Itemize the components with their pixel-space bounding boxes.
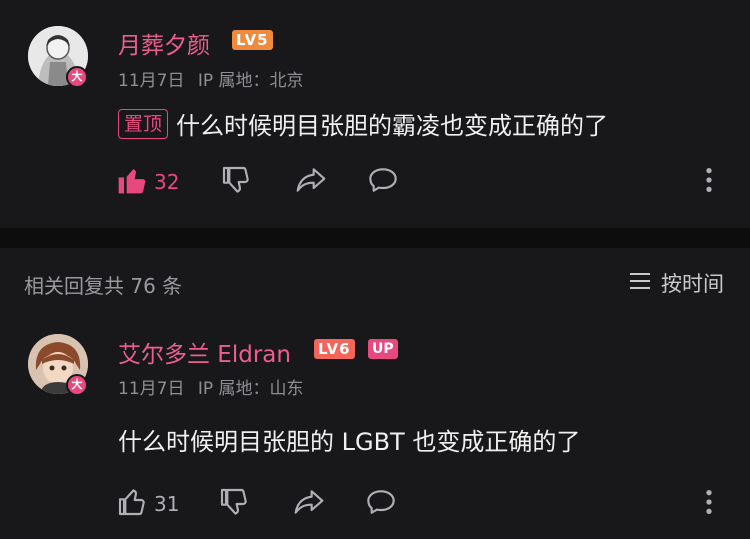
sort-button[interactable]: 按时间 — [629, 268, 724, 298]
ip-location: IP 属地：山东 — [197, 379, 304, 399]
like-count: 31 — [154, 492, 180, 516]
sort-icon — [629, 271, 661, 296]
comment-item-1: 大 月葬夕颜 LV5 11月7日 IP 属地：北京 置顶 什么时候明目张胆的霸凌也… — [0, 0, 750, 228]
thumbs-up-icon — [116, 486, 148, 522]
reply-button[interactable] — [366, 164, 400, 200]
username[interactable]: 艾尔多兰 Eldran — [118, 335, 291, 369]
more-icon — [701, 486, 717, 522]
reply-button[interactable] — [364, 486, 398, 522]
avatar-badge: 大 — [66, 374, 88, 396]
ip-location: IP 属地：北京 — [197, 71, 304, 91]
comment-content: 什么时候明目张胆的 LGBT 也变成正确的了 — [118, 422, 580, 457]
more-button[interactable] — [701, 486, 717, 522]
comment-date: 11月7日 — [118, 379, 185, 399]
comment-actions: 32 — [116, 164, 736, 200]
dislike-button[interactable] — [220, 164, 252, 200]
more-button[interactable] — [701, 164, 717, 200]
like-button[interactable]: 32 — [116, 164, 179, 200]
share-button[interactable] — [294, 164, 328, 200]
share-icon — [294, 164, 328, 200]
comment-actions: 31 — [116, 486, 736, 522]
thumbs-down-icon — [218, 486, 250, 522]
avatar-badge: 大 — [66, 66, 88, 88]
username[interactable]: 月葬夕颜 — [118, 26, 210, 60]
thumbs-up-icon — [116, 164, 148, 200]
comment-date: 11月7日 — [118, 71, 185, 91]
comment-text: 什么时候明目张胆的霸凌也变成正确的了 — [176, 112, 609, 140]
like-count: 32 — [154, 170, 180, 194]
more-icon — [701, 164, 717, 200]
up-badge: UP — [368, 339, 398, 359]
level-badge: LV5 — [232, 30, 273, 50]
section-divider — [0, 228, 750, 248]
like-button[interactable]: 31 — [116, 486, 179, 522]
share-icon — [292, 486, 326, 522]
thumbs-down-icon — [220, 164, 252, 200]
replies-header: 相关回复共 76 条 按时间 — [0, 248, 750, 318]
comment-text: 什么时候明目张胆的 LGBT 也变成正确的了 — [118, 428, 581, 456]
comment-icon — [366, 164, 400, 200]
replies-count-title: 相关回复共 76 条 — [24, 274, 183, 298]
comment-meta: 11月7日 IP 属地：山东 — [118, 374, 304, 399]
level-badge: LV6 — [314, 339, 355, 359]
sort-label: 按时间 — [661, 272, 724, 296]
comment-item-2: 大 艾尔多兰 Eldran LV6 UP 11月7日 IP 属地：山东 什么时候… — [0, 318, 750, 539]
comment-icon — [364, 486, 398, 522]
share-button[interactable] — [292, 486, 326, 522]
pinned-badge: 置顶 — [118, 108, 169, 139]
comment-content: 置顶 什么时候明目张胆的霸凌也变成正确的了 — [118, 106, 608, 141]
comment-meta: 11月7日 IP 属地：北京 — [118, 66, 304, 91]
dislike-button[interactable] — [218, 486, 250, 522]
